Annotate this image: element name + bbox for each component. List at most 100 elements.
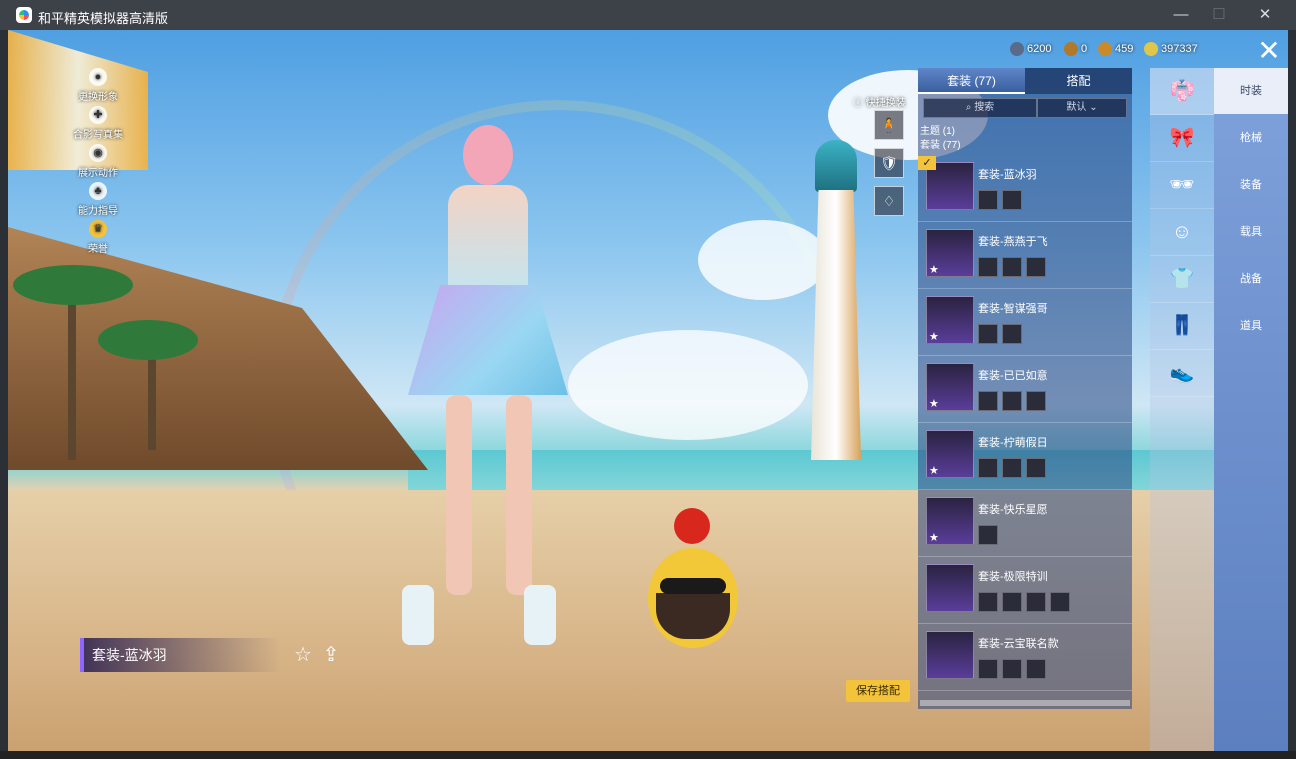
sub-tab[interactable]: 时装 xyxy=(1214,68,1288,114)
search-icon: ⌕ xyxy=(965,102,975,113)
piece-thumbnail[interactable] xyxy=(1026,458,1046,478)
window-titlebar: 和平精英模拟器高清版 — ☐ ✕ xyxy=(0,0,1296,30)
palm-trunk xyxy=(68,280,76,460)
camera-icon: ✚ xyxy=(89,106,107,124)
minimize-button[interactable]: — xyxy=(1170,5,1192,25)
suit-icon[interactable]: 👘 xyxy=(1150,68,1214,115)
menu-change-appearance[interactable]: ● 更换形象 xyxy=(73,68,123,103)
close-window-button[interactable]: ✕ xyxy=(1254,5,1276,25)
piece-thumbnail[interactable] xyxy=(978,391,998,411)
check-icon: ✓ xyxy=(918,156,936,170)
quick-slot-2[interactable]: 🛡 xyxy=(874,148,904,178)
tab-suits[interactable]: 套装 (77) xyxy=(918,68,1025,94)
maximize-button[interactable]: ☐ xyxy=(1208,5,1230,25)
coupon-icon xyxy=(1098,42,1112,57)
quick-swap-label[interactable]: ⓘ 快捷换装 xyxy=(853,94,906,109)
close-icon[interactable]: ✕ xyxy=(1256,37,1282,65)
piece-thumbnail[interactable] xyxy=(1050,592,1070,612)
outfit-row[interactable]: ★ 套装-柠萌假日 xyxy=(918,424,1132,490)
search-input[interactable]: ⌕ 搜索 xyxy=(923,98,1037,118)
piece-thumbnail[interactable] xyxy=(1026,391,1046,411)
section-theme[interactable]: 主题 (1) xyxy=(920,122,955,137)
lighthouse xyxy=(801,130,871,460)
menu-show-action[interactable]: ◉ 展示动作 xyxy=(73,144,123,179)
currency-gold: 397337 xyxy=(1144,40,1198,58)
app-logo-icon xyxy=(16,7,32,23)
outfit-thumbnail: ★ xyxy=(926,296,974,344)
tab-combos[interactable]: 搭配 xyxy=(1025,68,1132,94)
star-icon: ★ xyxy=(929,331,939,343)
sub-tab[interactable]: 战备 xyxy=(1214,256,1288,302)
outfit-thumbnail xyxy=(926,564,974,612)
save-outfit-button[interactable]: 保存搭配 xyxy=(846,680,910,702)
outfit-row[interactable]: ★ 套装-燕燕于飞 xyxy=(918,223,1132,289)
piece-thumbnail[interactable] xyxy=(978,324,998,344)
outfit-row[interactable]: ★ 套装-快乐星愿 xyxy=(918,491,1132,557)
star-icon: ★ xyxy=(929,532,939,544)
sub-tab[interactable]: 载具 xyxy=(1214,209,1288,255)
piece-thumbnail[interactable] xyxy=(978,190,998,210)
player-character[interactable] xyxy=(388,125,588,655)
piece-thumbnail[interactable] xyxy=(1002,592,1022,612)
piece-thumbnail[interactable] xyxy=(1002,458,1022,478)
piece-thumbnail[interactable] xyxy=(978,525,998,545)
palm-leaves xyxy=(13,265,133,305)
outfit-row-name: 套装-柠萌假日 xyxy=(978,437,1048,449)
shoes-icon[interactable]: 👟 xyxy=(1150,350,1214,397)
outfit-row-name: 套装-蓝冰羽 xyxy=(978,169,1037,181)
piece-thumbnail[interactable] xyxy=(1002,257,1022,277)
top-icon[interactable]: 👕 xyxy=(1150,256,1214,303)
face-icon[interactable]: ☺ xyxy=(1150,209,1214,256)
outfit-thumbnail: ★ xyxy=(926,363,974,411)
piece-thumbnail[interactable] xyxy=(978,592,998,612)
currency-token: 0 xyxy=(1064,40,1087,58)
sub-tab[interactable]: 装备 xyxy=(1214,162,1288,208)
piece-thumbnail[interactable] xyxy=(1002,190,1022,210)
sub-tab[interactable]: 枪械 xyxy=(1214,115,1288,161)
piece-thumbnail[interactable] xyxy=(1002,391,1022,411)
list-scrollbar[interactable] xyxy=(920,700,1130,706)
currency-coupon: 459 xyxy=(1098,40,1133,58)
piece-thumbnail[interactable] xyxy=(1026,592,1046,612)
piece-thumbnail[interactable] xyxy=(1026,257,1046,277)
cloud xyxy=(568,330,808,440)
outfit-thumbnail xyxy=(926,631,974,679)
outfit-row[interactable]: ★ 套装-已已如意 xyxy=(918,357,1132,423)
outfit-thumbnail: ★ xyxy=(926,430,974,478)
outfit-row[interactable]: 套装-极限特训 xyxy=(918,558,1132,624)
pet-chicken[interactable] xyxy=(638,508,748,658)
cash-icon xyxy=(1010,42,1024,57)
category-column: 👘 🎀 🕶 ☺ 👕 👖 👟 xyxy=(1150,68,1214,751)
quick-slot-1[interactable]: 🧍 xyxy=(874,110,904,140)
outfit-panel: 套装 (77) 搭配 ⌕ 搜索 默认 ⌄ 主题 (1) 套装 (77) ✓ 套装-… xyxy=(918,68,1132,709)
piece-thumbnail[interactable] xyxy=(978,458,998,478)
piece-thumbnail[interactable] xyxy=(978,257,998,277)
outfit-row-name: 套装-燕燕于飞 xyxy=(978,236,1048,248)
share-icon[interactable]: ⇪ xyxy=(320,644,342,666)
pants-icon[interactable]: 👖 xyxy=(1150,303,1214,350)
quick-slot-3[interactable]: ♢ xyxy=(874,186,904,216)
current-outfit-name: 套装-蓝冰羽 xyxy=(80,638,280,672)
piece-thumbnail[interactable] xyxy=(978,659,998,679)
sort-dropdown[interactable]: 默认 ⌄ xyxy=(1037,98,1127,118)
outfit-thumbnail: ★ xyxy=(926,229,974,277)
menu-honor[interactable]: ♛ 荣誉 xyxy=(73,220,123,255)
palm-leaves xyxy=(98,320,198,360)
favorite-star-icon[interactable]: ☆ xyxy=(292,644,314,666)
outfit-row[interactable]: ✓ 套装-蓝冰羽 xyxy=(918,156,1132,222)
outfit-row-name: 套装-快乐星愿 xyxy=(978,504,1048,516)
sub-tab[interactable]: 道具 xyxy=(1214,303,1288,349)
menu-guide[interactable]: ♣ 能力指导 xyxy=(73,182,123,217)
piece-thumbnail[interactable] xyxy=(1026,659,1046,679)
piece-thumbnail[interactable] xyxy=(1002,324,1022,344)
piece-thumbnail[interactable] xyxy=(1002,659,1022,679)
outfit-row[interactable]: 套装-云宝联名款 xyxy=(918,625,1132,691)
outfit-thumbnail: ★ xyxy=(926,497,974,545)
menu-photo-album[interactable]: ✚ 合影写真集 xyxy=(73,106,123,141)
taskbar-strip xyxy=(0,751,1296,759)
window-title: 和平精英模拟器高清版 xyxy=(38,11,169,26)
outfit-row[interactable]: ★ 套装-智谋强哥 xyxy=(918,290,1132,356)
glasses-icon[interactable]: 🕶 xyxy=(1150,162,1214,209)
accessory-icon[interactable]: 🎀 xyxy=(1150,115,1214,162)
outfit-row-name: 套装-极限特训 xyxy=(978,571,1048,583)
